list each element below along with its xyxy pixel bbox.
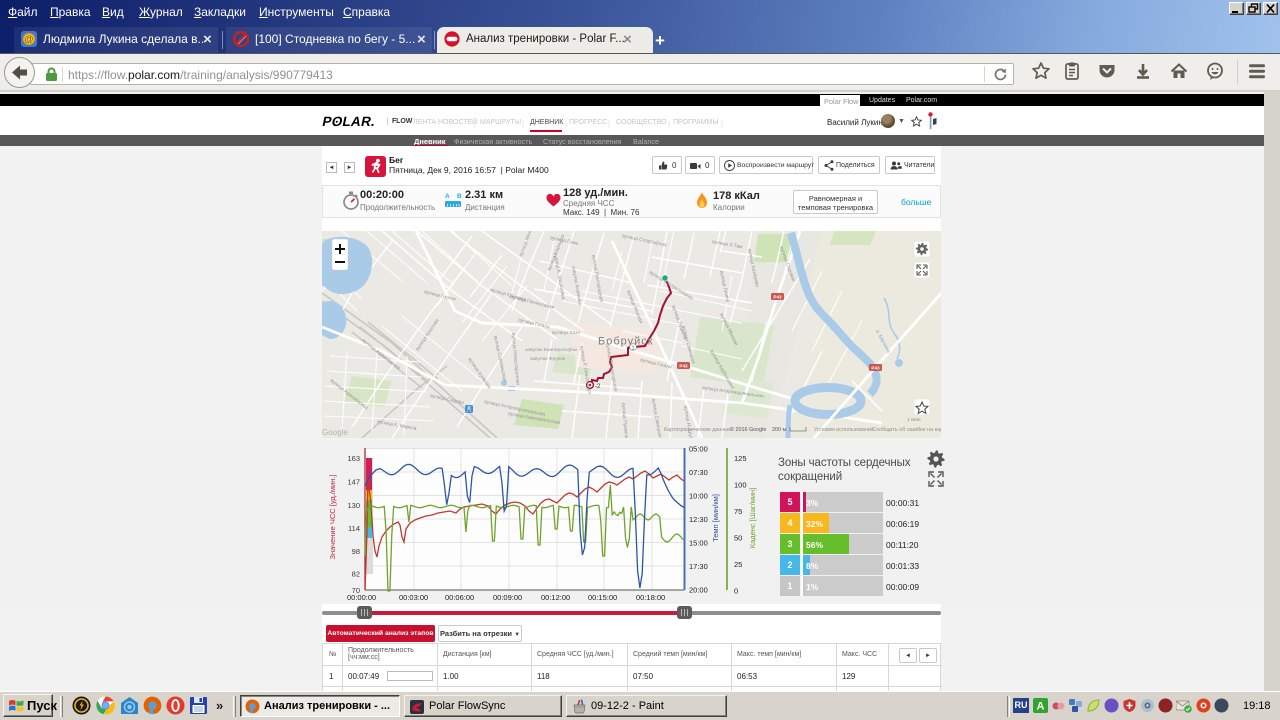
svg-text:Сообщить об ошибке на карте: Сообщить об ошибке на карте [872,427,941,433]
svg-text:Каденс [Шаг/мин]: Каденс [Шаг/мин] [748,488,757,549]
svg-text:© 2016 Google: © 2016 Google [730,426,766,433]
svg-text:00:06:00: 00:06:00 [445,593,474,602]
svg-text:Темп [мин/км]: Темп [мин/км] [711,494,720,542]
svg-text:07:30: 07:30 [689,468,708,477]
svg-text:вулица Лазо: вулица Лазо [552,330,580,336]
svg-text:200 м: 200 м [772,427,786,433]
svg-text:Р43: Р43 [679,363,688,368]
svg-text:A: A [445,193,450,200]
svg-text:114: 114 [348,524,360,533]
svg-text:82: 82 [352,570,360,579]
svg-text:10:00: 10:00 [689,492,708,501]
svg-text:163: 163 [347,454,360,463]
svg-text:1 Мая: 1 Мая [907,417,921,423]
svg-text:147: 147 [347,478,360,487]
svg-text:Значение ЧСС [уд./мин.]: Значение ЧСС [уд./мин.] [328,474,337,559]
svg-text:12:30: 12:30 [689,515,708,524]
svg-text:B: B [457,193,462,200]
svg-text:100: 100 [734,481,747,490]
svg-text:Р43: Р43 [871,365,880,370]
svg-text:00:00:00: 00:00:00 [347,593,376,602]
svg-text:00:12:00: 00:12:00 [541,593,570,602]
svg-text:00:18:00: 00:18:00 [636,593,665,602]
svg-text:05:00: 05:00 [689,445,708,454]
svg-text:Условия использования: Условия использования [814,427,874,433]
svg-text:Картографические данные: Картографические данные [664,427,731,433]
svg-text:50: 50 [734,534,742,543]
svg-text:0: 0 [734,587,738,596]
svg-text:@: @ [24,34,33,44]
svg-text:125: 125 [734,454,747,463]
svg-text:завулак Фрунзе: завулак Фрунзе [530,356,566,362]
svg-text:00:15:00: 00:15:00 [588,593,617,602]
svg-text:Р43: Р43 [773,294,782,299]
svg-text:75: 75 [734,507,742,516]
svg-text:A: A [1037,701,1045,713]
svg-text:завулак Кааператыўны: завулак Кааператыўны [525,346,578,353]
svg-text:98: 98 [352,547,360,556]
svg-text:15:00: 15:00 [689,539,708,548]
svg-text:20:00: 20:00 [689,586,708,595]
svg-text:25: 25 [734,560,742,569]
svg-text:130: 130 [347,501,360,510]
svg-text:00:03:00: 00:03:00 [399,593,428,602]
svg-text:POLAR.: POLAR. [321,115,377,128]
svg-text:17:30: 17:30 [689,562,708,571]
svg-text:-2: -2 [595,384,601,390]
svg-text:Google: Google [322,428,348,437]
svg-text:00:09:00: 00:09:00 [493,593,522,602]
